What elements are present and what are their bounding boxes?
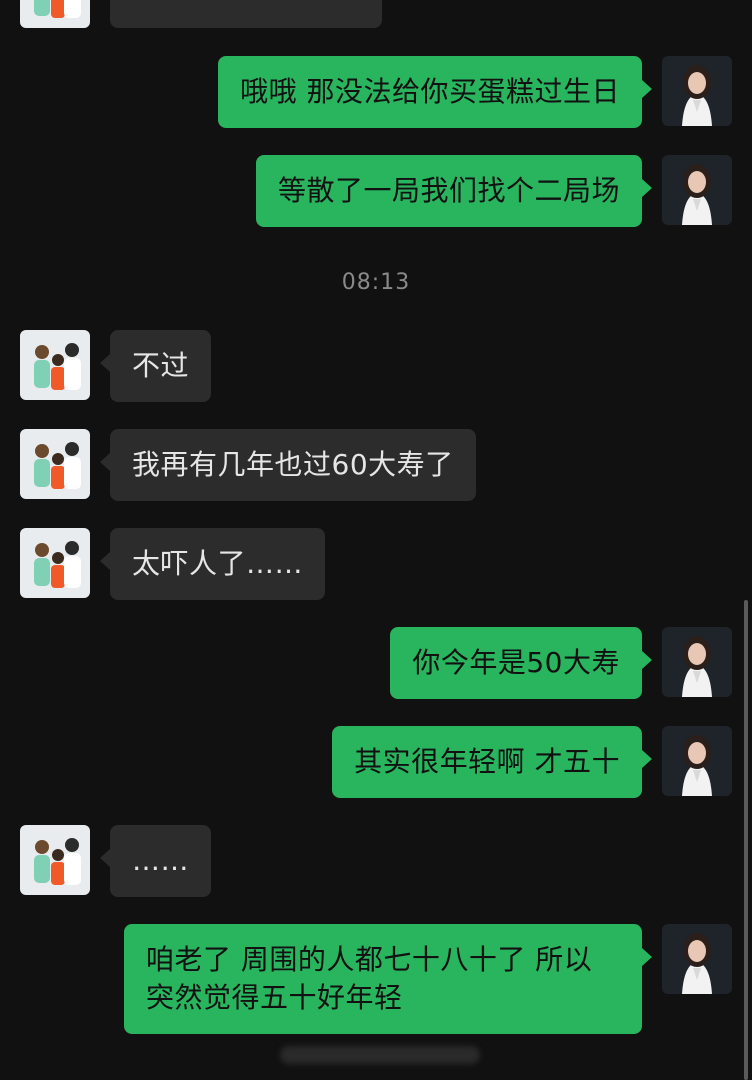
chat-view: 哦哦 那没法给你买蛋糕过生日 等散了一局我们找个二局场 08:13 不过 我再有…	[0, 0, 752, 1080]
message-bubble[interactable]: 哦哦 那没法给你买蛋糕过生日	[218, 56, 652, 128]
message-row-outgoing: 咱老了 周围的人都七十八十了 所以突然觉得五十好年轻	[0, 924, 752, 1034]
partner-avatar[interactable]	[20, 825, 90, 895]
partner-avatar[interactable]	[20, 528, 90, 598]
message-timestamp: 08:13	[341, 270, 411, 295]
my-avatar[interactable]	[662, 627, 732, 697]
message-bubble[interactable]: 我再有几年也过60大寿了	[100, 429, 476, 501]
partner-avatar[interactable]	[20, 330, 90, 400]
my-avatar[interactable]	[662, 56, 732, 126]
message-bubble[interactable]: 太吓人了……	[99, 528, 326, 600]
partner-avatar[interactable]	[20, 0, 90, 28]
my-avatar[interactable]	[662, 924, 732, 994]
message-bubble[interactable]: 不过	[99, 330, 212, 402]
message-bubble[interactable]: 咱老了 周围的人都七十八十了 所以突然觉得五十好年轻	[124, 924, 652, 1034]
message-row-outgoing: 你今年是50大寿	[0, 627, 752, 699]
message-bubble[interactable]: 等散了一局我们找个二局场	[255, 155, 653, 227]
message-row-incoming: ……	[0, 825, 752, 897]
message-bubble[interactable]	[110, 0, 382, 28]
message-row-incoming: 太吓人了……	[0, 528, 752, 600]
scrollbar[interactable]	[744, 600, 748, 1080]
message-row-incoming: 不过	[0, 330, 752, 402]
message-bubble[interactable]: 其实很年轻啊 才五十	[332, 726, 652, 798]
message-row-outgoing: 哦哦 那没法给你买蛋糕过生日	[0, 56, 752, 128]
message-bubble[interactable]: ……	[100, 825, 211, 897]
message-row-incoming	[0, 0, 752, 28]
message-row-outgoing: 等散了一局我们找个二局场	[0, 155, 752, 227]
my-avatar[interactable]	[662, 726, 732, 796]
my-avatar[interactable]	[662, 155, 732, 225]
blurred-watermark	[280, 1046, 480, 1064]
message-row-outgoing: 其实很年轻啊 才五十	[0, 726, 752, 798]
message-row-incoming: 我再有几年也过60大寿了	[0, 429, 752, 501]
partner-avatar[interactable]	[20, 429, 90, 499]
message-bubble[interactable]: 你今年是50大寿	[390, 627, 652, 699]
